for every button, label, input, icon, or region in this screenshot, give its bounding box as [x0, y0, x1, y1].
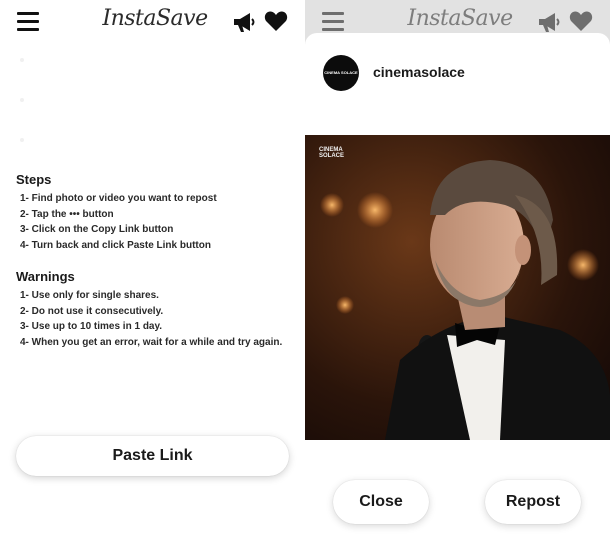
- list-item: 3- Use up to 10 times in 1 day.: [20, 321, 163, 332]
- steps-list: 1- Find photo or video you want to repos…: [16, 191, 296, 253]
- warnings-section: Warnings 1- Use only for single shares. …: [16, 269, 296, 350]
- steps-section: Steps 1- Find photo or video you want to…: [16, 172, 296, 253]
- heart-icon[interactable]: [264, 10, 288, 32]
- username[interactable]: cinemasolace: [373, 64, 465, 80]
- avatar[interactable]: CINEMA SOLACE: [323, 55, 359, 91]
- post-image: CINEMA SOLACE: [305, 135, 610, 440]
- list-item: 1- Use only for single shares.: [20, 290, 159, 301]
- warnings-heading: Warnings: [16, 269, 75, 284]
- photo-man-tuxedo: [305, 135, 610, 440]
- list-item: 2- Do not use it consecutively.: [20, 305, 164, 317]
- app-logo: InstaSave: [407, 6, 513, 31]
- list-item: 4- Turn back and click Paste Link button: [20, 239, 211, 251]
- repost-sheet: CINEMA SOLACE cinemasolace CINEMA SOLACE…: [305, 33, 610, 542]
- list-item: 4- When you get an error, wait for a whi…: [20, 336, 283, 348]
- app-logo: InstaSave: [102, 6, 208, 31]
- megaphone-icon[interactable]: [232, 11, 256, 33]
- repost-button[interactable]: Repost: [485, 480, 581, 524]
- repost-screen: InstaSave CINEMA SOLACE cinemasolace CIN…: [305, 0, 610, 542]
- paste-link-button[interactable]: Paste Link: [16, 436, 289, 476]
- steps-heading: Steps: [16, 172, 52, 187]
- heart-icon: [569, 11, 593, 31]
- list-item: 3- Click on the Copy Link button: [20, 224, 174, 235]
- hamburger-menu-icon: [322, 12, 344, 31]
- list-item: 1- Find photo or video you want to repos…: [20, 193, 217, 204]
- home-screen: InstaSave Steps 1- Find photo or video y…: [0, 0, 305, 542]
- list-item: 2- Tap the ••• button: [20, 208, 114, 220]
- hamburger-menu-icon[interactable]: [17, 12, 39, 31]
- decorative-dots: [20, 58, 24, 178]
- megaphone-icon: [539, 13, 560, 32]
- close-button[interactable]: Close: [333, 480, 429, 524]
- top-bar: InstaSave: [0, 0, 305, 44]
- watermark: CINEMA SOLACE: [319, 147, 345, 159]
- warnings-list: 1- Use only for single shares. 2- Do not…: [16, 288, 296, 350]
